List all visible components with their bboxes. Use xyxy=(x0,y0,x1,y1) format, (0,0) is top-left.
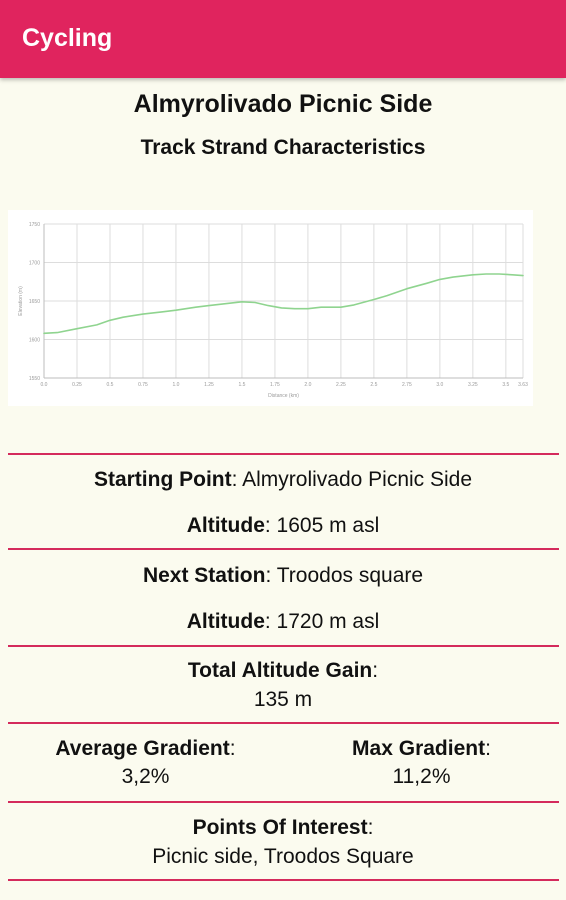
page-subtitle: Track Strand Characteristics xyxy=(140,136,426,159)
y-axis-label: Elevation (m) xyxy=(18,286,24,316)
x-tick-label: 2.0 xyxy=(304,382,311,388)
start-altitude-row: Altitude: 1605 m asl xyxy=(0,513,566,539)
elevation-chart: 1550 1600 1650 1700 1750 0.0 0.25 0.5 0.75 1.0 1.2… xyxy=(8,210,533,406)
y-tick-label: 1700 xyxy=(29,261,40,267)
x-tick-label: 1.75 xyxy=(270,382,280,388)
next-altitude-label: Altitude xyxy=(186,610,265,633)
altitude-gain-heading: Total Altitude Gain: xyxy=(0,658,566,684)
x-tick-label: 1.5 xyxy=(238,382,245,388)
average-gradient-colon: : xyxy=(229,737,236,760)
points-of-interest-heading: Points Of Interest: xyxy=(0,815,566,841)
starting-point-row: Starting Point: Almyrolivado Picnic Side xyxy=(0,467,566,493)
start-altitude-label: Altitude xyxy=(186,514,265,537)
y-tick-label: 1750 xyxy=(29,222,40,228)
x-tick-label: 1.0 xyxy=(172,382,179,388)
starting-point-value: : Almyrolivado Picnic Side xyxy=(231,468,473,491)
average-gradient: Average Gradient: 3,2% xyxy=(4,735,287,791)
altitude-gain-label: Total Altitude Gain xyxy=(187,659,373,682)
x-tick-label: 0.0 xyxy=(41,382,48,388)
app-bar: Cycling xyxy=(0,0,566,78)
page-title: Almyrolivado Picnic Side xyxy=(133,90,433,118)
divider xyxy=(8,801,559,803)
next-altitude-value: : 1720 m asl xyxy=(264,610,380,633)
starting-point-label: Starting Point xyxy=(93,468,232,491)
divider xyxy=(8,453,559,455)
x-tick-label: 3.5 xyxy=(502,382,509,388)
points-of-interest-label: Points Of Interest xyxy=(192,816,368,839)
elevation-series-line xyxy=(43,273,524,335)
y-tick-label: 1600 xyxy=(29,338,40,344)
next-station-row: Next Station: Troodos square xyxy=(0,563,566,589)
x-tick-label: 1.25 xyxy=(204,382,214,388)
altitude-gain-value: 135 m xyxy=(253,688,313,711)
start-altitude-value: : 1605 m asl xyxy=(264,514,380,537)
max-gradient-label: Max Gradient xyxy=(352,737,486,760)
x-tick-label: 3.0 xyxy=(436,382,443,388)
average-gradient-value: 3,2% xyxy=(121,765,170,788)
average-gradient-label: Average Gradient xyxy=(55,737,230,760)
x-tick-label: 3.25 xyxy=(468,382,478,388)
max-gradient-colon: : xyxy=(485,737,491,760)
x-axis-label: Distance (km) xyxy=(268,393,299,399)
y-tick-label: 1650 xyxy=(29,299,40,305)
points-of-interest-value: Picnic side, Troodos Square xyxy=(152,845,414,868)
max-gradient: Max Gradient: 11,2% xyxy=(280,735,563,791)
points-of-interest-colon: : xyxy=(367,816,374,839)
next-station-value: : Troodos square xyxy=(265,564,424,587)
divider xyxy=(8,879,559,881)
x-tick-label: 2.25 xyxy=(336,382,346,388)
x-tick-label: 0.25 xyxy=(72,382,82,388)
y-tick-label: 1550 xyxy=(29,376,40,382)
elevation-chart-svg: 1550 1600 1650 1700 1750 0.0 0.25 0.5 0.75 1.0 1.2… xyxy=(18,222,528,399)
x-tick-label: 0.75 xyxy=(138,382,148,388)
app-bar-title: Cycling xyxy=(22,24,113,52)
x-tick-label: 0.5 xyxy=(107,382,114,388)
divider xyxy=(8,548,559,550)
next-station-label: Next Station xyxy=(142,564,266,587)
x-tick-label: 2.75 xyxy=(402,382,412,388)
x-tick-label: 2.5 xyxy=(370,382,377,388)
next-altitude-row: Altitude: 1720 m asl xyxy=(0,609,566,635)
divider xyxy=(8,722,559,724)
altitude-gain-colon: : xyxy=(372,659,379,682)
max-gradient-value: 11,2% xyxy=(392,765,451,788)
x-tick-label: 3.63 xyxy=(518,382,528,388)
divider xyxy=(8,645,559,647)
